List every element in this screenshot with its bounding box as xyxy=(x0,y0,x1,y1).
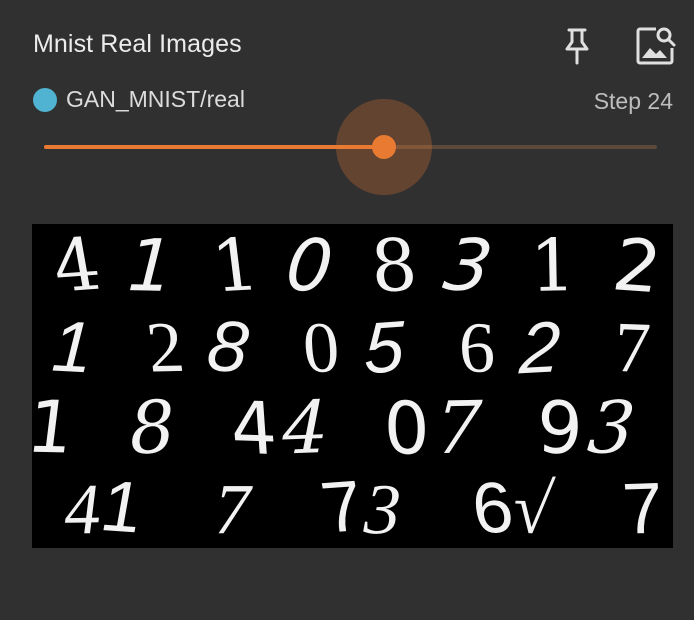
digit-2-2: 4 xyxy=(228,387,280,473)
digit-3-7: 7 xyxy=(620,469,666,548)
slider-fill xyxy=(44,145,384,149)
digit-3-6: √ xyxy=(509,468,557,548)
mnist-digit-grid: 4 1 1 0 8 3 1 21 2 8 0 5 6 2 71 8 4 4 0 7 9 341 7 73 6√ 7 xyxy=(32,224,666,549)
image-search-button[interactable] xyxy=(634,24,678,68)
digit-0-0: 4 xyxy=(47,224,107,309)
mnist-image: 4 1 1 0 8 3 1 2 1 2 8 0 5 6 2 7 1 8 4 4 0 7 9 3 4 1 7 7 3 6 √ 7 xyxy=(32,224,673,548)
digit-1-0: 1 xyxy=(50,307,94,389)
digit-2-1: 8 xyxy=(127,384,177,470)
pin-icon xyxy=(565,28,589,65)
digit-3-2: 7 xyxy=(214,470,253,549)
digit-1-5: 6 xyxy=(458,307,495,388)
digit-0-4: 8 xyxy=(368,224,420,308)
slider-thumb[interactable] xyxy=(372,135,396,159)
digit-2-4: 0 xyxy=(383,385,430,471)
digit-1-6: 2 xyxy=(517,307,562,389)
card-title: Mnist Real Images xyxy=(33,30,242,58)
digit-2-7: 3 xyxy=(584,387,639,471)
digit-0-5: 3 xyxy=(439,224,498,309)
digit-1-1: 2 xyxy=(142,307,188,387)
digit-0-3: 0 xyxy=(282,224,337,308)
digit-0-2: 1 xyxy=(207,224,263,308)
pin-button[interactable] xyxy=(555,24,599,68)
digit-0-1: 1 xyxy=(126,224,176,308)
digit-3-3: 7 xyxy=(316,467,370,548)
digit-2-6: 9 xyxy=(536,384,585,471)
digit-2-5: 7 xyxy=(433,385,483,470)
digit-1-3: 0 xyxy=(300,308,342,388)
digit-1-4: 5 xyxy=(364,307,405,390)
step-slider[interactable] xyxy=(44,99,657,196)
digit-2-3: 4 xyxy=(281,385,328,471)
digit-0-6: 1 xyxy=(529,224,576,308)
digit-2-0: 1 xyxy=(32,386,79,470)
image-card: Mnist Real Images GAN_MNIST/real Step 24… xyxy=(0,0,694,620)
digit-1-7: 7 xyxy=(613,307,652,388)
image-search-icon xyxy=(636,27,676,65)
digit-1-2: 8 xyxy=(204,306,252,388)
digit-0-7: 2 xyxy=(613,224,662,311)
digit-3-4: 3 xyxy=(361,469,402,548)
digit-3-1: 1 xyxy=(95,467,149,548)
